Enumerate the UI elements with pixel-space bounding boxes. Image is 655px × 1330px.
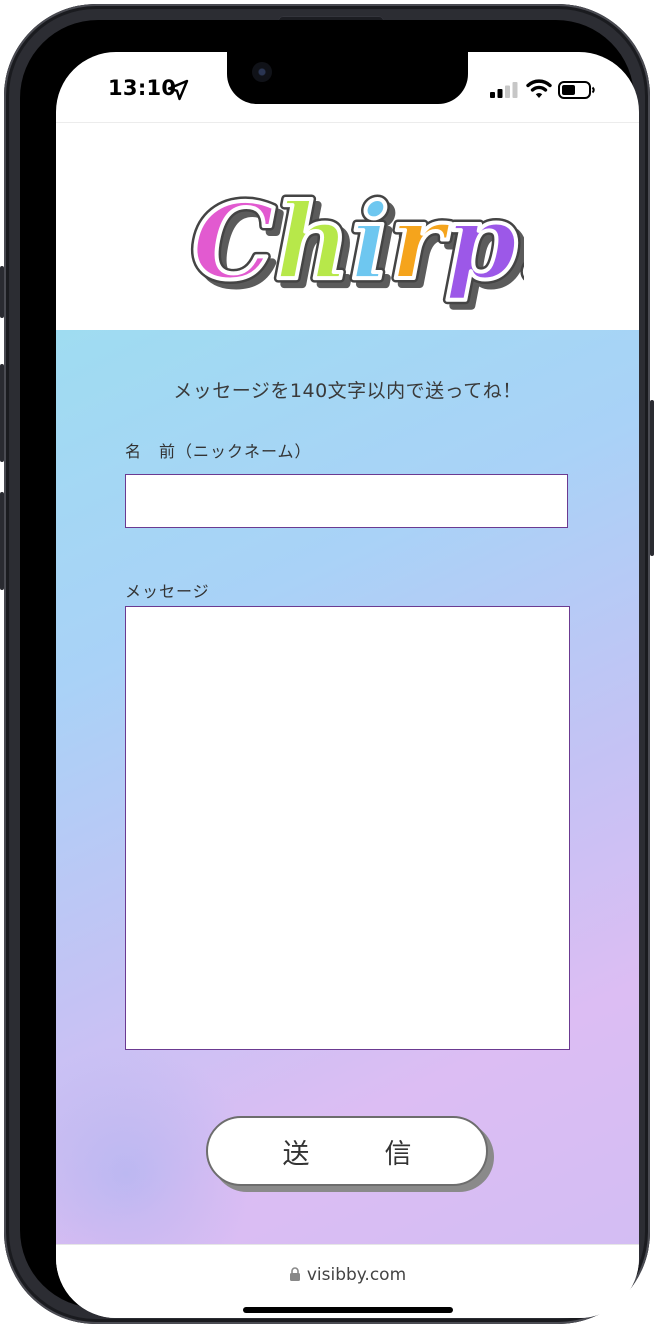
name-label: 名 前（ニックネーム） bbox=[125, 442, 312, 461]
volume-up-button bbox=[0, 364, 4, 462]
battery-icon bbox=[558, 81, 595, 99]
home-indicator[interactable] bbox=[243, 1307, 453, 1313]
form-headline: メッセージを140文字以内で送ってね！ bbox=[173, 380, 522, 402]
wifi-icon bbox=[526, 79, 552, 98]
url-display[interactable]: visibby.com bbox=[56, 1265, 639, 1285]
lock-icon bbox=[289, 1267, 300, 1281]
url-text: visibby.com bbox=[306, 1265, 407, 1285]
message-form: メッセージを140文字以内で送ってね！ 名 前（ニックネーム） メッセージ 送 … bbox=[56, 330, 639, 1304]
location-arrow-icon bbox=[167, 79, 189, 101]
phone-frame: 13:10 Chirp Chirp Chirp メッセージを140文字以内で送っ… bbox=[0, 4, 654, 1324]
mute-switch bbox=[0, 266, 4, 318]
submit-button[interactable]: 送 信 bbox=[206, 1116, 488, 1186]
front-camera bbox=[252, 62, 272, 82]
message-label: メッセージ bbox=[125, 582, 210, 601]
power-button bbox=[650, 400, 654, 556]
message-textarea[interactable] bbox=[125, 606, 570, 1050]
screen: 13:10 Chirp Chirp Chirp メッセージを140文字以内で送っ… bbox=[56, 52, 639, 1318]
phone-bezel: 13:10 Chirp Chirp Chirp メッセージを140文字以内で送っ… bbox=[20, 20, 639, 1318]
cellular-signal-icon bbox=[490, 82, 518, 98]
name-input[interactable] bbox=[125, 474, 568, 528]
volume-down-button bbox=[0, 492, 4, 590]
page-header: Chirp! Chirp! Chirp! bbox=[56, 122, 639, 331]
svg-text:Chirp!: Chirp! bbox=[192, 183, 524, 303]
chirp-logo[interactable]: Chirp! Chirp! Chirp! bbox=[184, 183, 525, 313]
